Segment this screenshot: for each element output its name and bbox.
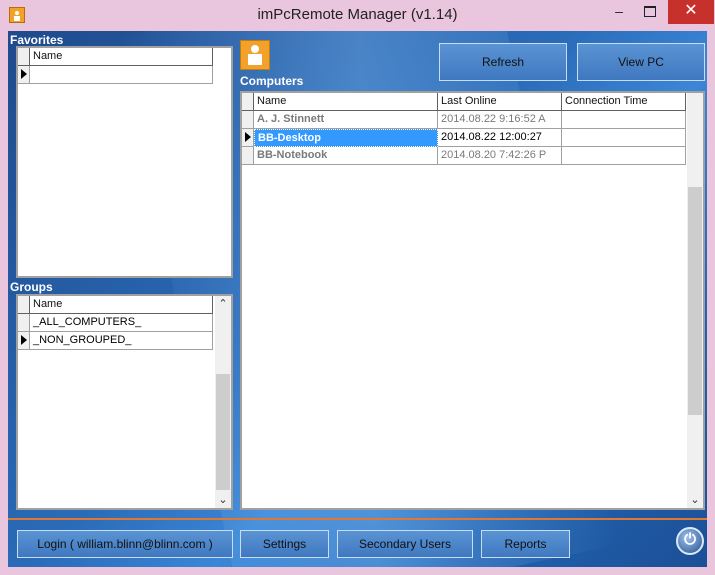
secondary-users-button[interactable]: Secondary Users	[337, 530, 473, 558]
computers-scrollbar[interactable]: ⌄	[687, 93, 703, 508]
row-selector[interactable]	[242, 147, 254, 165]
computers-row-selected[interactable]: BB-Desktop 2014.08.22 12:00:27	[242, 129, 686, 147]
computers-col-last-online[interactable]: Last Online	[438, 93, 562, 111]
computer-name-cell[interactable]: BB-Notebook	[254, 147, 438, 165]
row-selector[interactable]	[242, 111, 254, 129]
computers-grid[interactable]: Name Last Online Connection Time A. J. S…	[240, 91, 705, 510]
computer-user-icon-head	[251, 45, 259, 53]
computers-label: Computers	[240, 74, 304, 88]
settings-button[interactable]: Settings	[240, 530, 329, 558]
view-pc-button-label: View PC	[618, 55, 664, 69]
favorites-label: Favorites	[10, 33, 64, 47]
title-bar[interactable]: imPcRemote Manager (v1.14) – ✕	[0, 0, 715, 30]
row-selector[interactable]	[18, 332, 30, 350]
maximize-button[interactable]	[635, 0, 665, 24]
groups-cell-name[interactable]: _ALL_COMPUTERS_	[30, 314, 213, 332]
chevron-up-icon[interactable]	[687, 93, 703, 109]
row-pointer-icon	[21, 69, 27, 79]
view-pc-button[interactable]: View PC	[577, 43, 705, 81]
last-online-cell[interactable]: 2014.08.22 9:16:52 A	[438, 111, 562, 129]
close-button[interactable]: ✕	[668, 0, 714, 24]
groups-cell-name[interactable]: _NON_GROUPED_	[30, 332, 213, 350]
chevron-down-icon[interactable]: ⌄	[215, 492, 231, 508]
reports-button-label: Reports	[504, 537, 547, 551]
computers-row[interactable]: BB-Notebook 2014.08.20 7:42:26 P	[242, 147, 686, 165]
computers-col-name[interactable]: Name	[254, 93, 438, 111]
row-pointer-icon	[21, 335, 27, 345]
computer-user-icon-body	[248, 54, 262, 65]
refresh-button-label: Refresh	[481, 55, 525, 69]
login-button[interactable]: Login ( william.blinn@blinn.com )	[17, 530, 233, 558]
refresh-button[interactable]: Refresh	[439, 43, 567, 81]
groups-header: Name	[18, 296, 213, 314]
row-selector-header[interactable]	[18, 296, 30, 314]
groups-row[interactable]: _NON_GROUPED_	[18, 332, 213, 350]
chevron-down-icon[interactable]: ⌄	[687, 492, 703, 508]
computer-name-cell[interactable]: BB-Desktop	[254, 129, 438, 147]
groups-col-name[interactable]: Name	[30, 296, 213, 314]
groups-row[interactable]: _ALL_COMPUTERS_	[18, 314, 213, 332]
favorites-row[interactable]	[18, 66, 213, 84]
computer-user-icon[interactable]	[240, 40, 270, 70]
power-icon[interactable]: ⏻	[676, 527, 704, 555]
computers-col-connection-time[interactable]: Connection Time	[562, 93, 686, 111]
computer-name-cell[interactable]: A. J. Stinnett	[254, 111, 438, 129]
favorites-cell-name[interactable]	[30, 66, 213, 84]
chevron-up-icon[interactable]: ⌃	[215, 296, 231, 312]
connection-time-cell[interactable]	[562, 147, 686, 165]
row-selector-header[interactable]	[18, 48, 30, 66]
groups-label: Groups	[10, 280, 53, 294]
connection-time-cell[interactable]	[562, 129, 686, 147]
bottom-separator	[8, 518, 707, 520]
computers-row[interactable]: A. J. Stinnett 2014.08.22 9:16:52 A	[242, 111, 686, 129]
computers-header: Name Last Online Connection Time	[242, 93, 686, 111]
groups-scrollbar[interactable]: ⌃ ⌄	[215, 296, 231, 508]
favorites-header: Name	[18, 48, 213, 66]
row-selector[interactable]	[18, 314, 30, 332]
reports-button[interactable]: Reports	[481, 530, 570, 558]
secondary-users-button-label: Secondary Users	[358, 537, 452, 551]
settings-button-label: Settings	[262, 537, 307, 551]
last-online-cell[interactable]: 2014.08.20 7:42:26 P	[438, 147, 562, 165]
maximize-icon	[644, 6, 656, 17]
row-selector-header[interactable]	[242, 93, 254, 111]
connection-time-cell[interactable]	[562, 111, 686, 129]
groups-grid[interactable]: Name _ALL_COMPUTERS_ _NON_GROUPED_ ⌃ ⌄	[16, 294, 233, 510]
row-pointer-icon	[245, 132, 251, 142]
last-online-cell[interactable]: 2014.08.22 12:00:27	[438, 129, 562, 147]
client-area: Favorites Name Groups Name _ALL_COMPUTER…	[8, 31, 707, 567]
row-selector[interactable]	[242, 129, 254, 147]
favorites-grid[interactable]: Name	[16, 46, 233, 278]
scroll-thumb[interactable]	[216, 374, 230, 490]
minimize-button[interactable]: –	[604, 0, 634, 24]
favorites-col-name[interactable]: Name	[30, 48, 213, 66]
app-window: imPcRemote Manager (v1.14) – ✕ Favorites…	[0, 0, 715, 575]
login-button-label: Login ( william.blinn@blinn.com )	[37, 537, 213, 551]
scroll-thumb[interactable]	[688, 187, 702, 415]
row-selector[interactable]	[18, 66, 30, 84]
